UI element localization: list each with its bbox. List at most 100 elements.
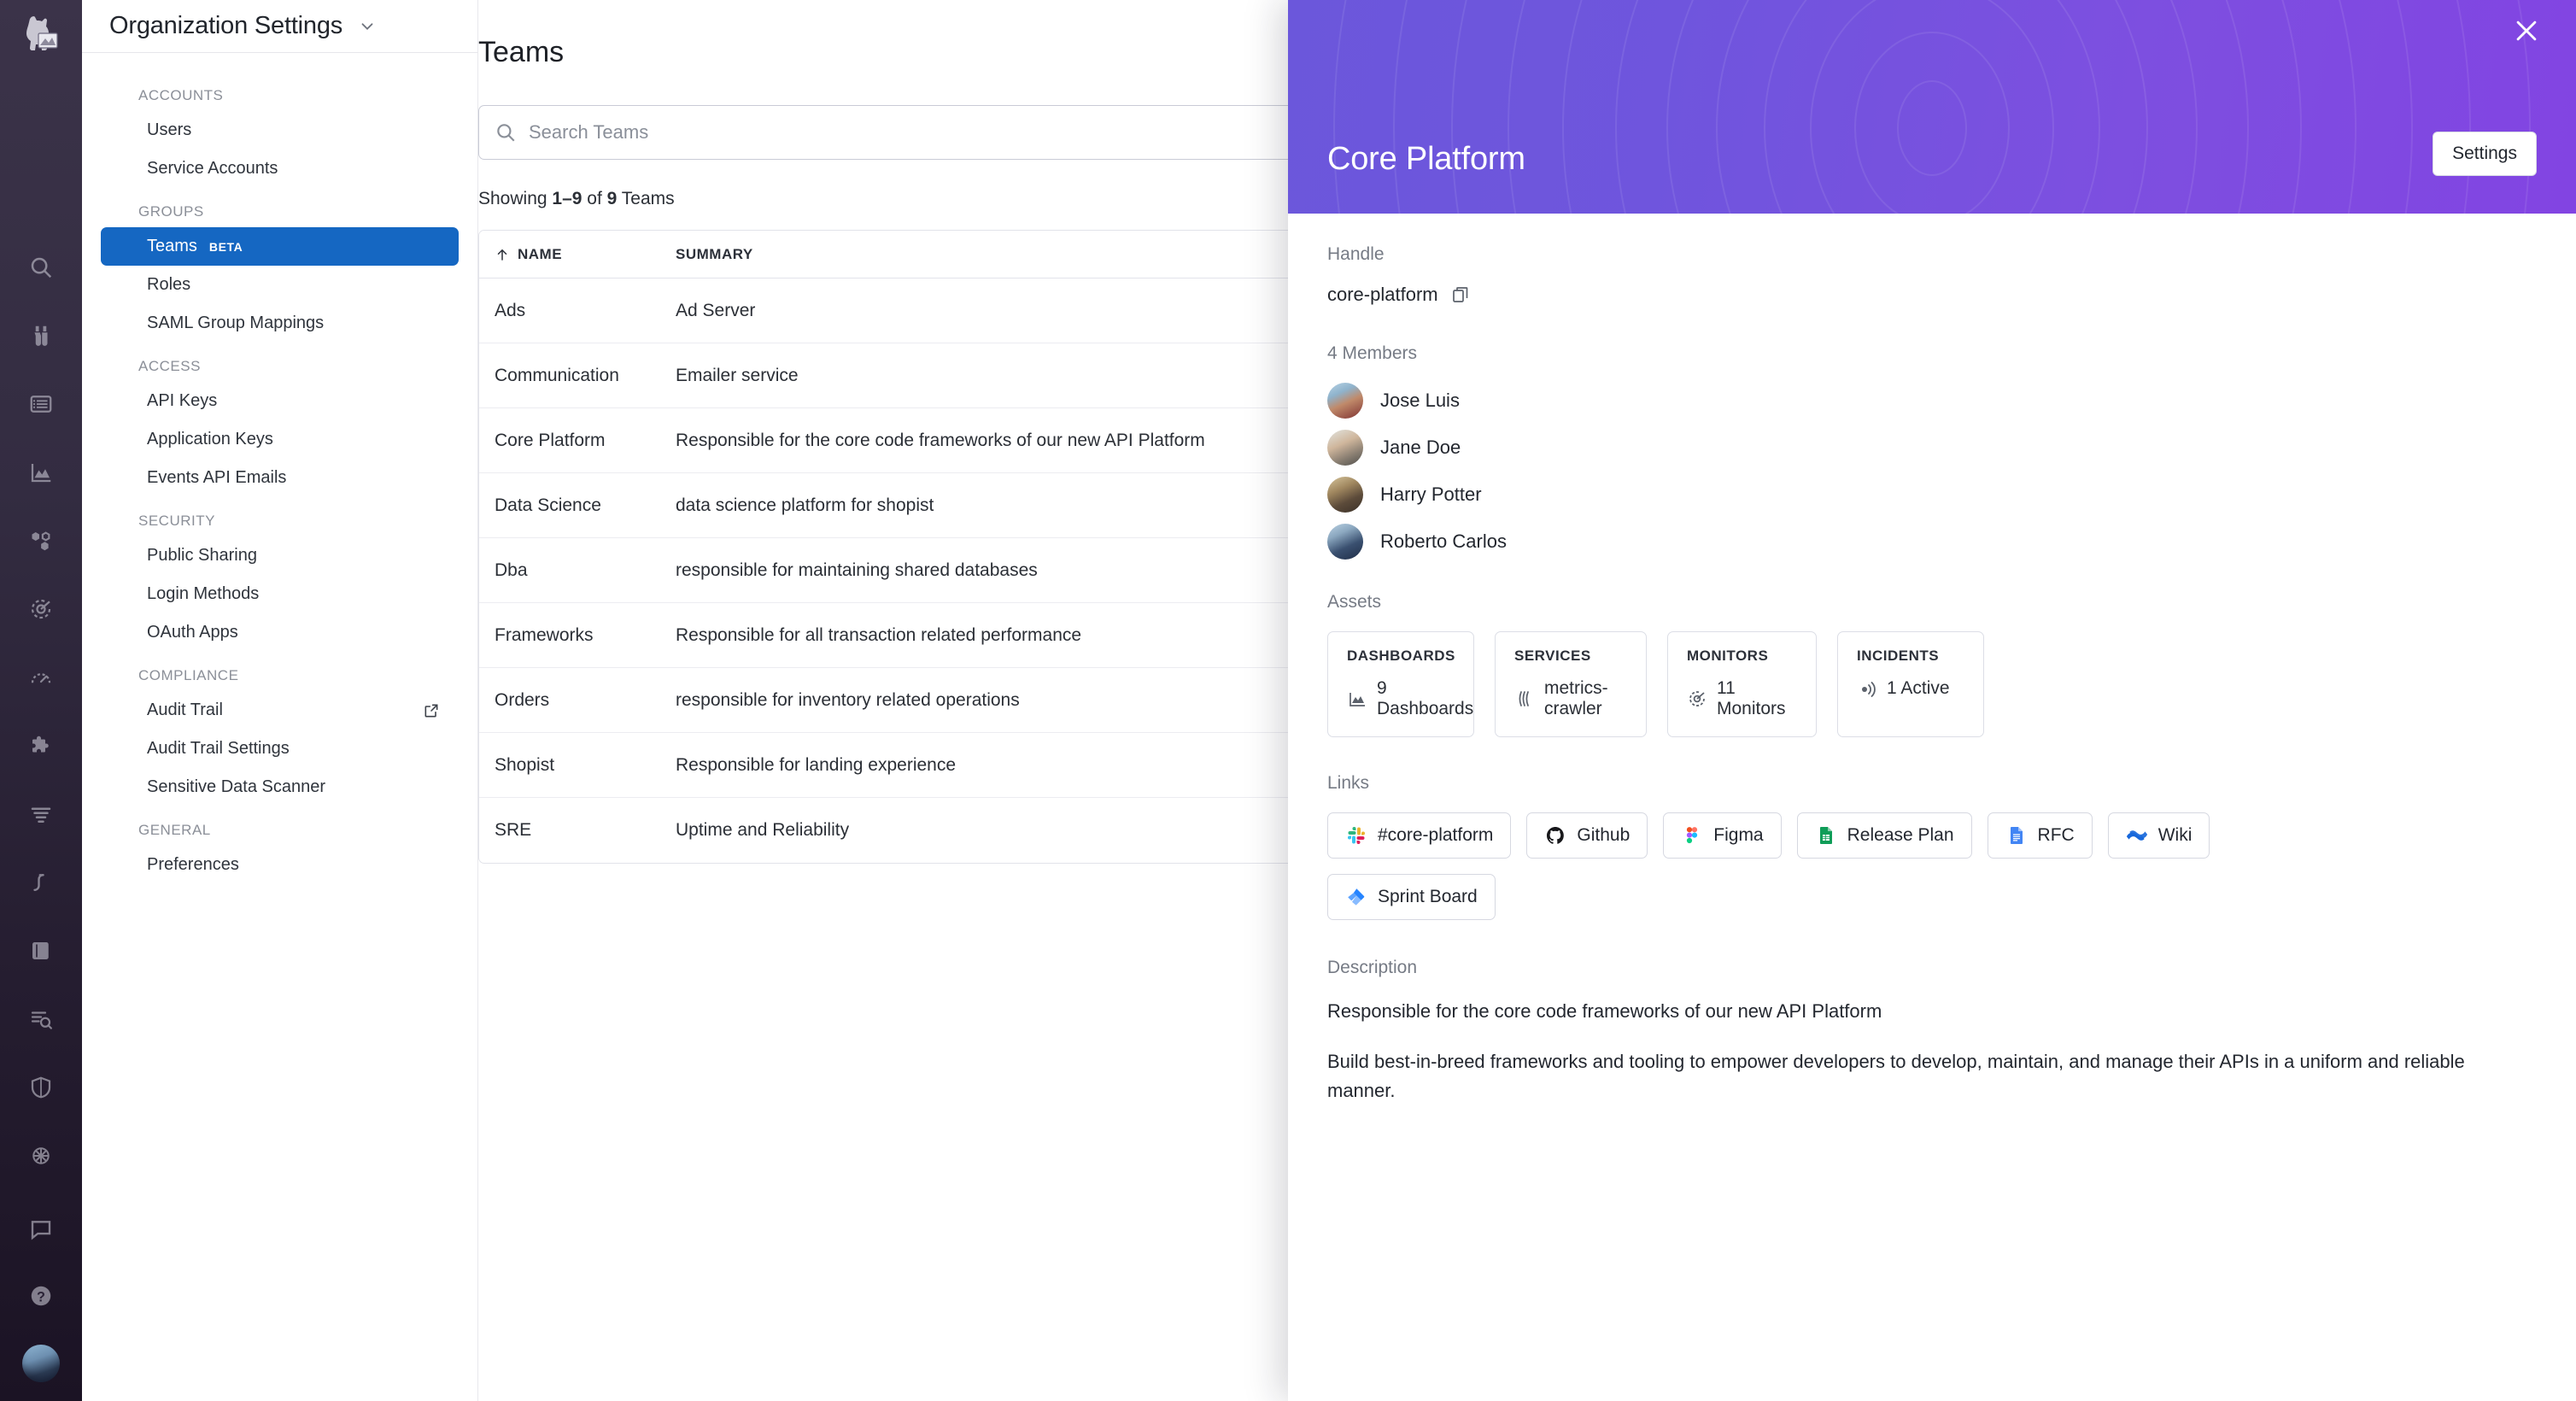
sidebar-item-oauth-apps[interactable]: OAuth Apps [101,613,459,652]
sidebar-item-label: Preferences [147,855,239,874]
search-profile-icon[interactable] [23,1001,59,1037]
asset-card-list: DASHBOARDS 9 Dashboards SERVICES metrics-cr… [1327,631,2537,737]
sidebar-item-label: OAuth Apps [147,623,238,642]
member-row[interactable]: Jane Doe [1327,430,2537,466]
column-header-name[interactable]: NAME [479,246,676,263]
cell-team-name: Dba [495,560,528,580]
member-row[interactable]: Roberto Carlos [1327,524,2537,560]
link-chip-label: Wiki [2157,825,2193,845]
showing-middle: of [582,189,607,208]
external-link-icon[interactable] [423,702,440,719]
showing-range: 1–9 [552,189,583,208]
search-icon [495,121,517,144]
user-avatar[interactable] [22,1345,60,1382]
avatar [1327,430,1363,466]
sidebar-item-public-sharing[interactable]: Public Sharing [101,536,459,575]
link-chip-label: Github [1577,825,1630,845]
copy-icon[interactable] [1450,284,1471,305]
member-row[interactable]: Harry Potter [1327,477,2537,513]
chat-support-icon[interactable] [23,1211,59,1247]
asset-card-dashboards[interactable]: DASHBOARDS 9 Dashboards [1327,631,1474,737]
close-icon[interactable] [2506,10,2547,51]
link-chip-release-plan[interactable]: Release Plan [1796,812,1972,859]
avatar [1327,383,1363,419]
member-name: Jose Luis [1380,390,1460,411]
chevron-down-icon[interactable] [358,17,377,36]
cell-team-name: Ads [495,300,526,320]
sidebar-item-service-accounts[interactable]: Service Accounts [101,149,459,188]
link-chip-rfc[interactable]: RFC [1987,812,2093,859]
nav-group-label: SECURITY [138,513,215,529]
description-body: Responsible for the core code frameworks… [1327,997,2537,1105]
column-header-summary-label: SUMMARY [676,245,753,262]
gauge-rum-icon[interactable] [23,659,59,695]
target-synthetics-icon[interactable] [23,591,59,627]
link-chip-core-platform[interactable]: #core-platform [1327,812,1512,859]
sidebar-item-saml-group-mappings[interactable]: SAML Group Mappings [101,304,459,343]
puzzle-integrations-icon[interactable] [23,728,59,764]
sidebar-item-label: Sensitive Data Scanner [147,777,326,796]
sidebar-item-audit-trail[interactable]: Audit Trail [101,691,459,730]
showing-total: 9 [606,189,618,208]
sidebar-item-api-keys[interactable]: API Keys [101,382,459,420]
sidebar-item-preferences[interactable]: Preferences [101,846,459,884]
assets-section-label: Assets [1327,592,1382,612]
rail-bottom-group: ? [0,1211,82,1382]
asset-value-label: 11 Monitors [1717,678,1786,718]
book-notebooks-icon[interactable] [23,933,59,969]
handle-row: core-platform [1327,284,2537,306]
area-chart-metrics-icon[interactable] [23,454,59,490]
binoculars-watchdog-icon[interactable] [23,318,59,354]
search-teams-field[interactable] [478,105,1401,160]
showing-suffix: Teams [617,189,675,208]
sidebar-item-teams[interactable]: Teams BETA [101,227,459,266]
sidebar-item-users[interactable]: Users [101,111,459,149]
search-input[interactable] [529,121,1385,144]
filter-pipelines-icon[interactable] [23,796,59,832]
monitor-target-icon [1687,689,1707,709]
member-name: Harry Potter [1380,484,1482,505]
sidebar-item-audit-trail-settings[interactable]: Audit Trail Settings [101,730,459,768]
settings-nav-list: ACCOUNTS Users Service Accounts GROUPS Teams… [82,53,477,884]
sidebar-item-sensitive-data-scanner[interactable]: Sensitive Data Scanner [101,768,459,806]
sidebar-item-label: Login Methods [147,584,260,603]
link-chip-github[interactable]: Github [1526,812,1648,859]
search-icon[interactable] [23,249,59,285]
sidebar-item-roles[interactable]: Roles [101,266,459,304]
hexagons-apm-icon[interactable] [23,523,59,559]
asset-value-label: 9 Dashboards [1377,678,1474,718]
panel-header: Core Platform Settings [1288,0,2576,214]
incident-siren-icon [1857,678,1877,699]
member-row[interactable]: Jose Luis [1327,383,2537,419]
description-paragraph: Build best-in-breed frameworks and tooli… [1327,1051,2465,1101]
help-question-icon[interactable]: ? [23,1278,59,1314]
asset-card-monitors[interactable]: MONITORS 11 Monitors [1667,631,1817,737]
sidebar-item-application-keys[interactable]: Application Keys [101,420,459,459]
network-globe-icon[interactable] [23,1138,59,1174]
asset-value-row: metrics-crawler [1514,678,1627,719]
showing-prefix: Showing [478,189,553,208]
handle-value: core-platform [1327,284,1438,305]
link-service-map-icon[interactable] [23,865,59,900]
link-chip-sprint-board[interactable]: Sprint Board [1327,874,1496,920]
datadog-dog-logo[interactable] [15,9,67,62]
list-logs-icon[interactable] [23,386,59,422]
asset-kind-label: SERVICES [1514,648,1591,664]
settings-button[interactable]: Settings [2433,132,2537,176]
services-layers-icon [1514,689,1535,709]
cell-team-name: Frameworks [495,624,594,645]
link-chip-figma[interactable]: Figma [1663,812,1782,859]
panel-body: Handle core-platform 4 Members Jose Luis… [1288,214,2576,1105]
member-name: Jane Doe [1380,437,1461,458]
links-section-label: Links [1327,773,1370,793]
settings-title-row[interactable]: Organization Settings [82,0,477,53]
sidebar-item-login-methods[interactable]: Login Methods [101,575,459,613]
avatar [1327,524,1363,560]
asset-card-incidents[interactable]: INCIDENTS 1 Active [1837,631,1984,737]
shield-security-icon[interactable] [23,1070,59,1105]
asset-card-services[interactable]: SERVICES metrics-crawler [1495,631,1647,737]
link-chip-wiki[interactable]: Wiki [2107,812,2210,859]
member-name: Roberto Carlos [1380,531,1507,552]
asset-value-row: 9 Dashboards [1347,678,1473,719]
sidebar-item-events-api-emails[interactable]: Events API Emails [101,459,459,497]
